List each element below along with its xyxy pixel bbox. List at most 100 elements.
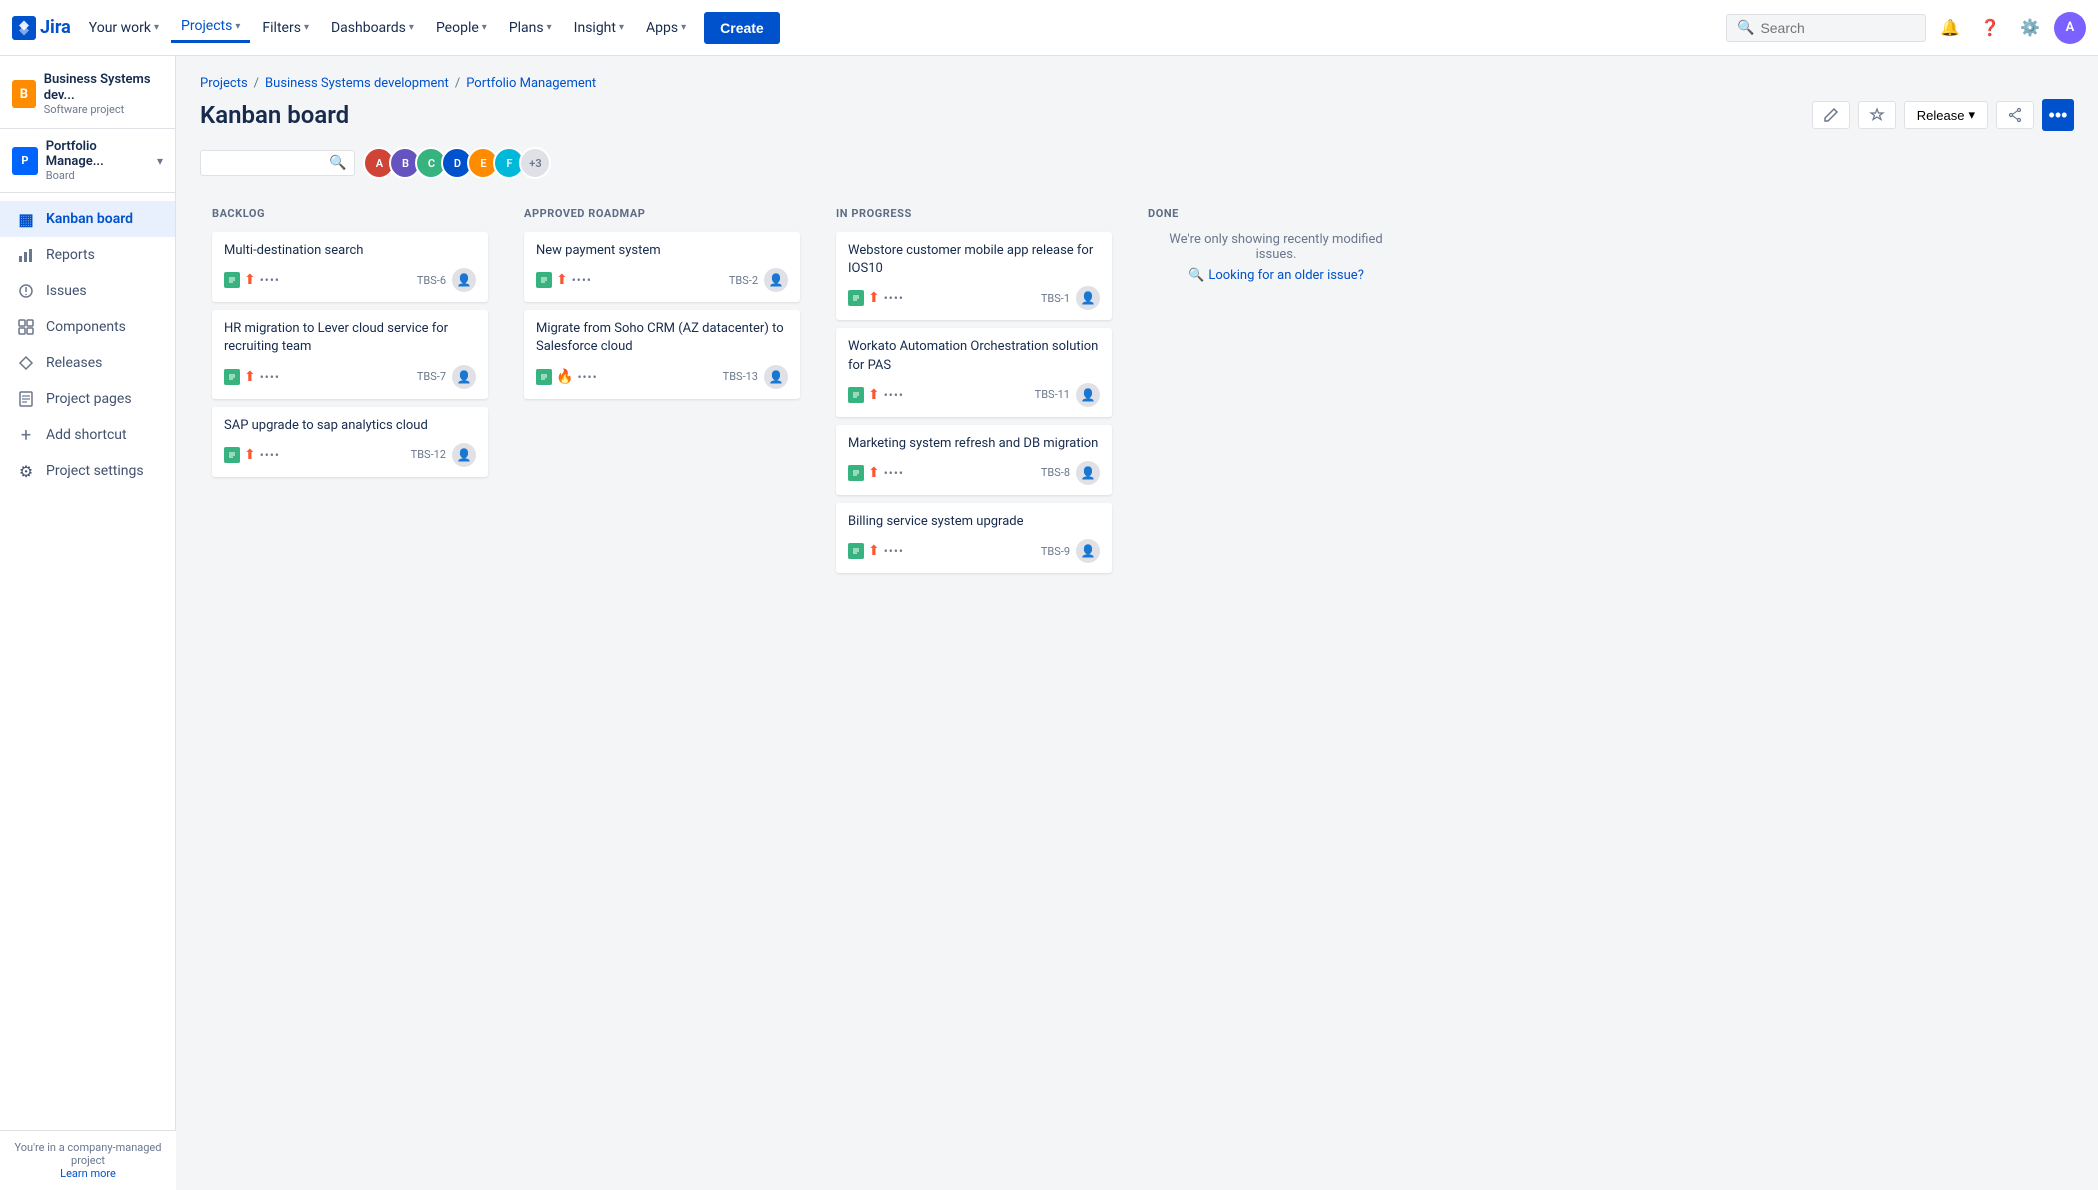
nav-plans[interactable]: Plans ▾ [499,14,562,42]
card-tbs-7[interactable]: HR migration to Lever cloud service for … [212,310,488,398]
sidebar-item-project-settings[interactable]: ⚙ Project settings [0,453,175,489]
share-button[interactable] [1996,101,2034,129]
card-tbs-6[interactable]: Multi-destination search ⬆ •••• TBS-6 👤 [212,232,488,302]
avatar-overflow[interactable]: +3 [519,147,551,179]
user-avatar[interactable]: A [2054,12,2086,44]
share-icon [2007,107,2023,123]
card-assignee-tbs-12: 👤 [452,443,476,467]
card-id-tbs-8: TBS-8 [1041,466,1070,479]
create-button[interactable]: Create [704,12,780,44]
chevron-down-icon: ▾ [681,22,686,33]
nav-people[interactable]: People ▾ [426,14,497,42]
sidebar-item-project-pages[interactable]: Project pages [0,381,175,417]
priority-icon-tbs-7: ⬆ [244,369,256,385]
edit-board-button[interactable] [1812,101,1850,129]
help-button[interactable]: ❓ [1974,12,2006,44]
chevron-down-icon: ▾ [619,22,624,33]
card-title-tbs-9: Billing service system upgrade [848,513,1100,531]
issues-icon [16,281,36,301]
card-footer-tbs-12: ⬆ •••• TBS-12 👤 [224,443,476,467]
search-input[interactable] [1760,20,1900,36]
sidebar-item-releases[interactable]: Releases [0,345,175,381]
card-type-icon-tbs-7 [224,369,240,385]
card-type-icon-tbs-12 [224,447,240,463]
card-dots-tbs-11: •••• [884,388,904,402]
breadcrumb-business-systems[interactable]: Business Systems development [265,76,449,91]
card-assignee-tbs-13: 👤 [764,365,788,389]
card-assignee-tbs-7: 👤 [452,365,476,389]
sidebar-item-components[interactable]: Components [0,309,175,345]
chevron-down-icon: ▾ [235,21,240,32]
card-title-tbs-12: SAP upgrade to sap analytics cloud [224,417,476,435]
col-header-done: DONE [1148,207,1404,220]
sidebar-project2: P Portfolio Manage... Board ▾ [0,129,175,193]
nav-filters[interactable]: Filters ▾ [252,14,319,42]
sidebar-item-issues[interactable]: Issues [0,273,175,309]
card-meta-tbs-8: ⬆ •••• [848,465,904,481]
sidebar-item-kanban-board[interactable]: ▦ Kanban board [0,201,175,237]
breadcrumb-portfolio-management[interactable]: Portfolio Management [466,76,596,91]
priority-icon-tbs-1: ⬆ [868,290,880,306]
card-tbs-9[interactable]: Billing service system upgrade ⬆ •••• TB… [836,503,1112,573]
project1-title: Business Systems dev... [44,72,163,103]
star-button[interactable] [1858,101,1896,129]
sidebar-proj2-header: P Portfolio Manage... Board ▾ [12,139,163,182]
card-type-icon-tbs-11 [848,387,864,403]
breadcrumb-sep-2: / [455,76,460,91]
nav-projects[interactable]: Projects ▾ [171,12,250,43]
card-title-tbs-13: Migrate from Soho CRM (AZ datacenter) to… [536,320,788,356]
project2-icon: P [12,147,38,175]
breadcrumb-projects[interactable]: Projects [200,76,248,91]
column-in-progress: IN PROGRESS Webstore customer mobile app… [824,195,1124,593]
card-tbs-12[interactable]: SAP upgrade to sap analytics cloud ⬆ •••… [212,407,488,477]
nav-insight[interactable]: Insight ▾ [564,14,634,42]
card-meta-tbs-12: ⬆ •••• [224,447,280,463]
card-dots-tbs-12: •••• [260,448,280,462]
add-shortcut-icon: + [16,425,36,445]
notifications-button[interactable]: 🔔 [1934,12,1966,44]
release-button[interactable]: Release ▾ [1904,101,1988,129]
card-footer-tbs-2: ⬆ •••• TBS-2 👤 [536,268,788,292]
more-actions-button[interactable]: ••• [2042,99,2074,131]
card-id-tbs-9: TBS-9 [1041,545,1070,558]
card-dots-tbs-6: •••• [260,273,280,287]
card-assignee-tbs-2: 👤 [764,268,788,292]
col-header-backlog: BACKLOG [212,207,488,220]
card-dots-tbs-7: •••• [260,370,280,384]
card-dots-tbs-9: •••• [884,544,904,558]
card-title-tbs-6: Multi-destination search [224,242,476,260]
nav-dashboards[interactable]: Dashboards ▾ [321,14,424,42]
search-box[interactable]: 🔍 [1726,14,1926,42]
avatar-group: A B C D E F +3 [363,147,551,179]
card-tbs-2[interactable]: New payment system ⬆ •••• TBS-2 👤 [524,232,800,302]
card-dots-tbs-8: •••• [884,466,904,480]
column-done: DONE We're only showing recently modifie… [1136,195,1416,295]
chevron-down-icon: ▾ [482,22,487,33]
sidebar-collapse-button[interactable]: ▾ [157,154,163,168]
looking-for-older-issue-link[interactable]: 🔍 Looking for an older issue? [1148,268,1404,283]
releases-icon [16,353,36,373]
star-icon [1869,107,1885,123]
card-tbs-1[interactable]: Webstore customer mobile app release for… [836,232,1112,320]
card-type-icon-tbs-9 [848,543,864,559]
card-type-icon-tbs-8 [848,465,864,481]
card-id-tbs-13: TBS-13 [723,370,758,383]
sidebar-footer: You're in a company-managed project Lear… [0,1130,176,1190]
learn-more-link[interactable]: Learn more [60,1167,116,1180]
settings-button[interactable]: ⚙️ [2014,12,2046,44]
card-title-tbs-11: Workato Automation Orchestration solutio… [848,338,1100,374]
nav-apps[interactable]: Apps ▾ [636,14,696,42]
sidebar-item-add-shortcut[interactable]: + Add shortcut [0,417,175,453]
sidebar: B Business Systems dev... Software proje… [0,56,176,1190]
card-dots-tbs-13: •••• [577,370,597,384]
card-tbs-13[interactable]: Migrate from Soho CRM (AZ datacenter) to… [524,310,800,398]
nav-your-work[interactable]: Your work ▾ [79,14,169,42]
card-tbs-8[interactable]: Marketing system refresh and DB migratio… [836,425,1112,495]
board-search-box[interactable]: 🔍 [200,150,355,176]
card-assignee-tbs-8: 👤 [1076,461,1100,485]
priority-icon-tbs-2: ⬆ [556,272,568,288]
sidebar-item-reports[interactable]: Reports [0,237,175,273]
card-tbs-11[interactable]: Workato Automation Orchestration solutio… [836,328,1112,416]
sidebar-nav: ▦ Kanban board Reports Issues Components [0,193,175,497]
board-search-input[interactable] [209,156,329,171]
